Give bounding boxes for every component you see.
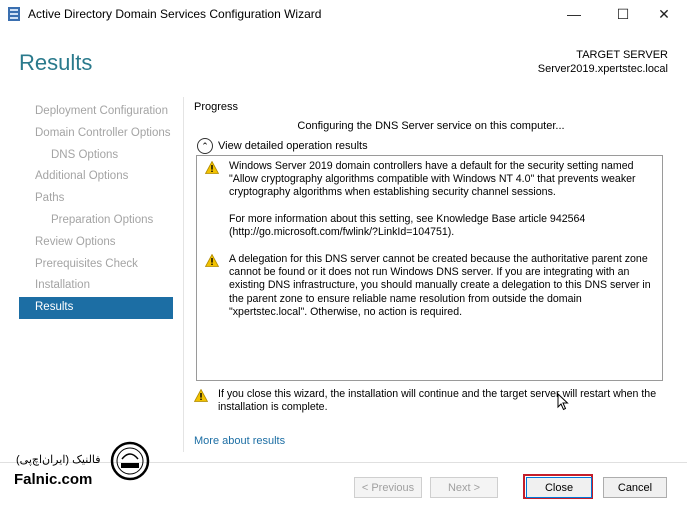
sidebar-item-installation[interactable]: Installation: [19, 275, 173, 297]
watermark-text-fa: فالنیک (ایران‌اچ‌پی): [16, 454, 101, 466]
collapse-chevron-icon: ⌃: [197, 138, 213, 154]
restart-notice: If you close this wizard, the installati…: [194, 388, 678, 414]
server-manager-icon: [8, 7, 20, 21]
sidebar-item-paths[interactable]: Paths: [19, 188, 173, 210]
warning-paragraph: A delegation for this DNS server cannot …: [229, 253, 651, 318]
wizard-steps-sidebar: Deployment Configuration Domain Controll…: [19, 101, 173, 319]
target-server-label: TARGET SERVER: [576, 49, 668, 61]
target-server-value: Server2019.xpertstec.local: [537, 63, 668, 75]
warning-text: Windows Server 2019 domain controllers h…: [229, 160, 654, 239]
status-text: Configuring the DNS Server service on th…: [297, 120, 565, 132]
warning-message: Windows Server 2019 domain controllers h…: [205, 160, 654, 239]
sidebar-item-review-options[interactable]: Review Options: [19, 232, 173, 254]
cancel-button[interactable]: Cancel: [603, 477, 667, 498]
warning-message: A delegation for this DNS server cannot …: [205, 253, 654, 319]
warning-icon: [205, 254, 219, 267]
warning-icon: [205, 161, 219, 174]
wizard-footer: فالنیک (ایران‌اچ‌پی) Falnic.com < Previo…: [0, 441, 687, 507]
sidebar-item-preparation-options[interactable]: Preparation Options: [19, 210, 173, 232]
previous-button[interactable]: < Previous: [354, 477, 422, 498]
sidebar-item-deployment-configuration[interactable]: Deployment Configuration: [19, 101, 173, 123]
minimize-button[interactable]: —: [551, 0, 597, 28]
iranhp-seal-icon: [110, 441, 150, 481]
sidebar-item-prerequisites-check[interactable]: Prerequisites Check: [19, 254, 173, 276]
window-close-button[interactable]: ✕: [641, 0, 687, 28]
view-details-label: View detailed operation results: [218, 140, 368, 152]
window-title: Active Directory Domain Services Configu…: [28, 7, 322, 21]
warning-paragraph: For more information about this setting,…: [229, 212, 586, 238]
sidebar-item-results[interactable]: Results: [19, 297, 173, 319]
watermark-text-en: Falnic.com: [14, 471, 93, 488]
warning-paragraph: Windows Server 2019 domain controllers h…: [229, 160, 636, 199]
close-button[interactable]: Close: [526, 477, 592, 498]
progress-label: Progress: [194, 101, 239, 113]
title-bar: Active Directory Domain Services Configu…: [0, 0, 687, 28]
page-title: Results: [19, 50, 93, 75]
sidebar-item-additional-options[interactable]: Additional Options: [19, 166, 173, 188]
operation-results-box[interactable]: Windows Server 2019 domain controllers h…: [196, 155, 663, 381]
maximize-button[interactable]: ☐: [600, 0, 646, 28]
view-details-toggle[interactable]: ⌃ View detailed operation results: [197, 138, 368, 154]
sidebar-item-dns-options[interactable]: DNS Options: [19, 145, 173, 167]
more-about-results-link[interactable]: More about results: [194, 435, 285, 447]
warning-icon: [194, 389, 208, 402]
results-panel: Progress Configuring the DNS Server serv…: [183, 97, 678, 452]
next-button[interactable]: Next >: [430, 477, 498, 498]
warning-text: A delegation for this DNS server cannot …: [229, 253, 654, 319]
wizard-header: Results TARGET SERVER Server2019.xpertst…: [0, 28, 687, 96]
mouse-cursor-icon: [557, 393, 569, 411]
falnic-watermark: فالنیک (ایران‌اچ‌پی) Falnic.com: [14, 441, 154, 501]
restart-notice-text: If you close this wizard, the installati…: [218, 388, 657, 414]
sidebar-item-domain-controller-options[interactable]: Domain Controller Options: [19, 123, 173, 145]
